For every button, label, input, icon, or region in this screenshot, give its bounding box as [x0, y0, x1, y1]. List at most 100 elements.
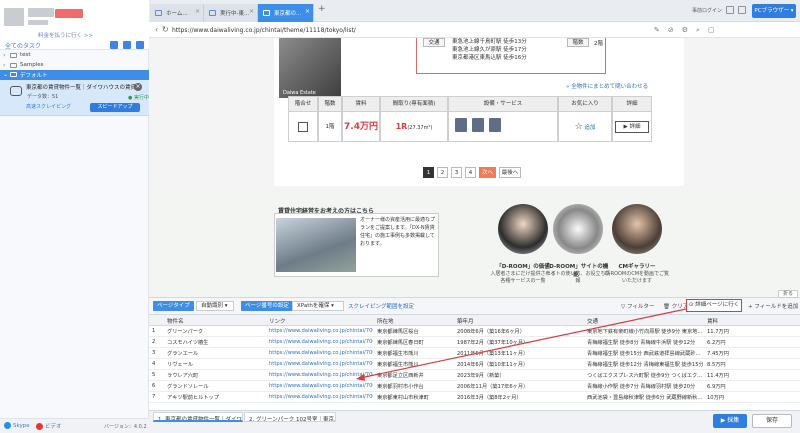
table-cell[interactable]: https://www.daiwaliving.co.jp/chintai/70… — [269, 361, 373, 367]
column-header[interactable]: 物件名 — [167, 317, 184, 325]
tab-label: 実行中-東... — [220, 11, 250, 17]
video-link[interactable]: ビデオ — [36, 422, 62, 430]
row-number: 4 — [152, 361, 156, 367]
table-row[interactable]: 7 アキツ駅前ヒルトップ https://www.daiwaliving.co.jp… — [149, 392, 800, 403]
speed-up-button[interactable]: スピードアップ — [90, 103, 140, 112]
feature-image-cm[interactable] — [612, 204, 662, 254]
table-cell[interactable]: https://www.daiwaliving.co.jp/chintai/70… — [269, 394, 373, 400]
column-header[interactable]: 築年月 — [457, 317, 474, 325]
last-page-button[interactable]: 最後へ — [499, 167, 521, 178]
bulk-inquiry-link[interactable]: » 全物件にまとめて問い合わせる — [566, 82, 648, 90]
table-row[interactable]: 3 グランエール https://www.daiwaliving.co.jp/chi… — [149, 348, 800, 359]
table-cell: 2006年11月（築17年6ヶ月） — [457, 384, 529, 390]
settings-icon[interactable] — [136, 41, 144, 49]
page-load-label: ページ番号の設定 — [241, 301, 293, 311]
table-cell[interactable]: https://www.daiwaliving.co.jp/chintai/70… — [269, 350, 373, 356]
property-photo[interactable] — [279, 38, 341, 98]
table-cell: 東京都足立区西新井 — [377, 373, 424, 379]
import-icon[interactable] — [123, 41, 131, 49]
table-row[interactable]: 5 ラウレア六町 https://www.daiwaliving.co.jp/chi… — [149, 370, 800, 381]
tree-item-default[interactable]: ⌄ デフォルト — [0, 70, 149, 80]
table-cell: グリーンパーク — [167, 329, 204, 335]
table-cell: 6.2万円 — [707, 340, 726, 346]
table-cell: 東京都東村山市秋津町 — [377, 395, 429, 401]
column-header[interactable]: 所在地 — [377, 317, 394, 325]
avatar[interactable] — [4, 8, 24, 26]
payment-link[interactable]: 料金を払うに行く >> — [38, 31, 93, 39]
detail-button[interactable]: ▶ 詳細 — [615, 120, 649, 133]
add-favorite-link[interactable]: 追加 — [584, 125, 595, 131]
feature-image-site[interactable] — [553, 204, 603, 254]
close-icon[interactable]: × — [134, 83, 142, 91]
table-cell: 2014年6月（築10年11ヶ月） — [457, 362, 529, 368]
page-3[interactable]: 3 — [451, 167, 462, 178]
table-header: 物件名 リンク 所在地 築年月 交通 賃料 — [149, 315, 800, 326]
url-input[interactable]: https://www.daiwaliving.co.jp/chintai/th… — [172, 27, 356, 34]
scrape-range-link[interactable]: スクレイピング範囲を設定 — [348, 302, 414, 310]
table-cell: 青梅線福生駅 徒歩12分 青梅線東福生駅 徒歩15分 — [587, 362, 703, 368]
browser-tab-running[interactable]: 実行中-東... × — [204, 4, 258, 22]
table-row[interactable]: 6 グランドソレール https://www.daiwaliving.co.jp/c… — [149, 381, 800, 392]
column-header[interactable]: リンク — [269, 317, 286, 325]
table-row[interactable]: 1 グリーンパーク https://www.daiwaliving.co.jp/ch… — [149, 326, 800, 337]
column-header[interactable]: 交通 — [587, 317, 598, 325]
aircon-icon — [489, 118, 501, 132]
collect-button[interactable]: ▶ 採集 — [713, 414, 747, 428]
user-sub-redacted — [28, 20, 48, 25]
new-tab-button[interactable]: + — [318, 4, 326, 14]
room-checkbox[interactable] — [298, 121, 308, 132]
all-tasks-label[interactable]: 全てのタスク — [5, 41, 41, 50]
close-icon[interactable]: × — [305, 8, 310, 15]
table-cell[interactable]: https://www.daiwaliving.co.jp/chintai/70… — [269, 383, 373, 389]
task-title[interactable]: 東京都の賃貸物件一覧｜ダイワハウスの賃貸... — [26, 83, 146, 91]
tree-item-test[interactable]: › test — [0, 51, 149, 61]
table-cell[interactable]: https://www.daiwaliving.co.jp/chintai/70… — [269, 339, 373, 345]
pc-browser-select[interactable]: PCブラウザー ▾ — [752, 4, 796, 18]
window-icon[interactable] — [726, 6, 734, 14]
feature-title[interactable]: CMギャラリー — [604, 262, 670, 270]
filter-button[interactable]: ▽ フィルター — [621, 302, 654, 310]
page-4[interactable]: 4 — [465, 167, 476, 178]
table-cell: グランエール — [167, 351, 199, 357]
page-1[interactable]: 1 — [423, 167, 434, 178]
star-icon[interactable]: ☆ — [575, 122, 583, 132]
go-detail-page-button[interactable]: ⊙ 詳細ページに行く — [686, 299, 742, 312]
table-row[interactable]: 2 コスモハイツ椿生 https://www.daiwaliving.co.jp/c… — [149, 337, 800, 348]
minimize-icon[interactable] — [738, 6, 746, 14]
table-cell[interactable]: https://www.daiwaliving.co.jp/chintai/70… — [269, 328, 373, 334]
clear-button[interactable]: 🗑 クリア — [663, 302, 688, 310]
record-tab-detail[interactable]: 2. グリーンパーク 102号室｜東京... — [244, 412, 336, 422]
table-cell[interactable]: https://www.daiwaliving.co.jp/chintai/70… — [269, 372, 373, 378]
promo-image[interactable] — [276, 218, 356, 272]
settings-icon[interactable]: ⚙ — [682, 26, 696, 34]
back-arrow-icon[interactable]: ‹ — [155, 25, 158, 34]
close-icon[interactable]: × — [195, 8, 200, 15]
close-icon[interactable]: × — [249, 8, 254, 15]
save-button[interactable]: 保存 — [752, 414, 792, 428]
th-select: 階合せ — [288, 96, 318, 112]
refresh-icon[interactable]: ↻ — [162, 25, 169, 34]
row-number: 6 — [152, 383, 156, 389]
column-header[interactable]: 賃料 — [707, 317, 718, 325]
page-type-select[interactable]: 自動識別 ▾ — [196, 301, 234, 311]
browser-tab-active[interactable]: 東京都の... × — [258, 4, 314, 22]
panel-icon[interactable]: ▢ — [708, 26, 723, 34]
pre-login-button[interactable]: 事前ログイン — [692, 7, 722, 14]
page-2[interactable]: 2 — [437, 167, 448, 178]
access-line: 東急池上線千鳥町駅 徒歩13分 — [452, 39, 527, 45]
trash-icon: 🗑 — [663, 304, 672, 310]
search-icon[interactable]: ⌕ — [696, 26, 708, 34]
table-row[interactable]: 4 リヴェール https://www.daiwaliving.co.jp/chin… — [149, 359, 800, 370]
page-load-select[interactable]: XPathを確保 ▾ — [292, 301, 344, 311]
feature-image-value[interactable] — [498, 204, 548, 254]
skype-link[interactable]: Skype — [4, 422, 30, 429]
lock-icon[interactable]: ⊘ — [668, 26, 682, 34]
record-tab-list[interactable]: 1. 東京都の賃貸物件一覧｜ダイワ... — [153, 412, 243, 422]
next-page-button[interactable]: 次へ — [479, 167, 496, 178]
new-task-icon[interactable] — [110, 41, 118, 49]
access-line: 東京都港区東馬込駅 徒歩16分 — [452, 55, 527, 61]
collapse-button[interactable]: 折る — [778, 290, 798, 298]
pen-icon[interactable]: ✎ — [654, 26, 668, 34]
browser-tab-home[interactable]: ホーム... × — [150, 4, 204, 22]
add-field-button[interactable]: + フィールドを追加 — [748, 302, 798, 310]
